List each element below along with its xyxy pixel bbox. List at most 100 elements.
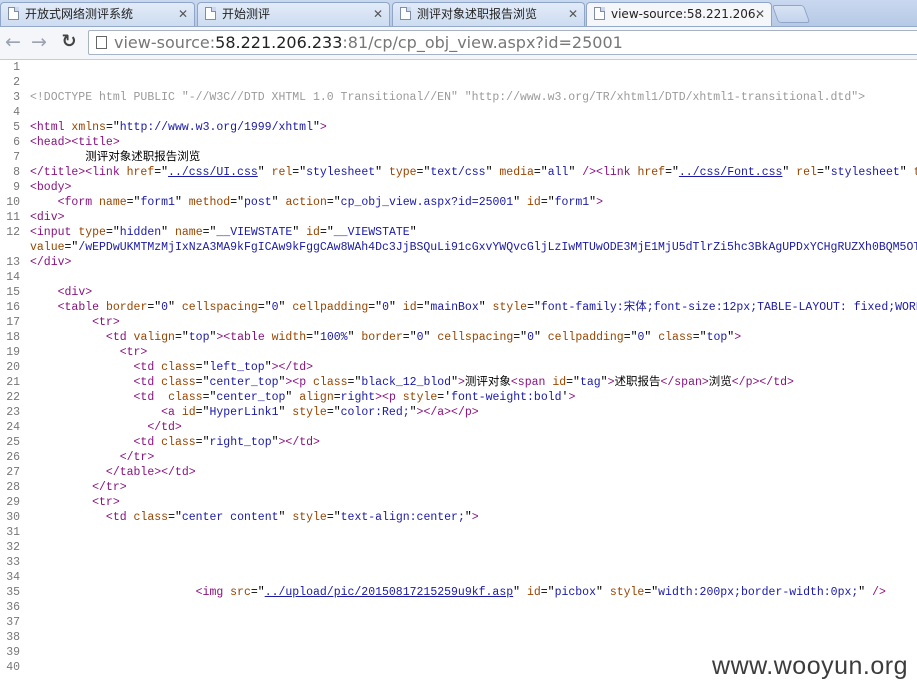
line-number: 13 [6,256,20,269]
page-icon [594,7,605,20]
line-code: </table></td> [105,466,196,479]
line-code: <!DOCTYPE html PUBLIC "-//W3C//DTD XHTML… [30,91,866,104]
tab-1[interactable]: 开始测评 ✕ [197,2,390,26]
line-code: <table border="0" cellspacing="0" cellpa… [57,301,917,314]
tab-0[interactable]: 开放式网络测评系统 ✕ [0,2,195,26]
line-code: </div> [30,256,72,269]
reload-icon: ↻ [61,31,77,52]
line-code: <body> [30,181,72,194]
source-line: 24 </td> [0,420,917,435]
tab-title: 开放式网络测评系统 [25,7,134,21]
line-number: 37 [6,616,20,629]
line-number: 30 [6,511,20,524]
line-number: 1 [13,61,20,74]
source-line: 5 <html xmlns="http://www.w3.org/1999/xht… [0,120,917,135]
back-button[interactable]: ← [2,31,24,53]
close-icon[interactable]: ✕ [755,3,765,25]
url-scheme: view-source: [114,33,216,52]
line-number: 33 [6,556,20,569]
url-host: 58.221.206.233 [215,33,343,52]
tab-3[interactable]: view-source:58.221.206. ✕ [586,2,772,26]
line-code: <tr> [119,346,148,359]
line-number: 25 [6,436,20,449]
line-number: 9 [13,181,20,194]
address-url[interactable]: view-source:58.221.206.233:81/cp/cp_obj_… [114,31,623,54]
line-number: 2 [13,76,20,89]
source-line: 10 <form name="form1" method="post" acti… [0,195,917,210]
source-line: 21 <td class="center_top"><p class="blac… [0,375,917,390]
line-code: <div> [30,211,65,224]
line-code: <form name="form1" method="post" action=… [57,196,603,209]
line-code: </tr> [92,481,127,494]
line-number: 15 [6,286,20,299]
line-number: 38 [6,631,20,644]
line-number: 14 [6,271,20,284]
source-line: 31 [0,525,917,540]
toolbar: ← → ↻ view-source:58.221.206.233:81/cp/c… [0,27,917,60]
close-icon[interactable]: ✕ [373,3,383,25]
line-code: </td> [147,421,182,434]
source-line: 2 [0,75,917,90]
line-code: <td class="center_top"><p class="black_1… [133,376,794,389]
line-code: <head><title> [30,136,120,149]
source-line: 4 [0,105,917,120]
source-line: 16 <table border="0" cellspacing="0" cel… [0,300,917,315]
source-line: 37 [0,615,917,630]
line-number: 34 [6,571,20,584]
tab-title: 测评对象述职报告浏览 [417,7,538,21]
close-icon[interactable]: ✕ [568,3,578,25]
line-code: <html xmlns="http://www.w3.org/1999/xhtm… [30,121,327,134]
reload-button[interactable]: ↻ [58,31,80,53]
source-line: 25 <td class="right_top"></td> [0,435,917,450]
line-code: </tr> [119,451,155,464]
close-icon[interactable]: ✕ [178,3,188,25]
address-bar[interactable]: view-source:58.221.206.233:81/cp/cp_obj_… [88,30,917,55]
line-number: 35 [6,586,20,599]
line-number: 21 [6,376,20,389]
source-line: 23 <a id="HyperLink1" style="color:Red;"… [0,405,917,420]
line-number: 8 [13,166,20,179]
source-line: 30 <td class="center content" style="tex… [0,510,917,525]
arrow-left-icon: ← [5,31,21,53]
tab-2[interactable]: 测评对象述职报告浏览 ✕ [392,2,585,26]
line-number: 26 [6,451,20,464]
source-line: 9 <body> [0,180,917,195]
page-icon [8,7,19,20]
line-code: <a id="HyperLink1" style="color:Red;"></… [161,406,479,419]
source-line: 15 <div> [0,285,917,300]
forward-button[interactable]: → [28,31,50,53]
page-icon [205,7,216,20]
line-code: </title><link href="../css/UI.css" rel="… [30,166,917,179]
line-code: <input type="hidden" name="__VIEWSTATE" … [30,226,917,254]
source-line: 26 </tr> [0,450,917,465]
line-number: 39 [6,646,20,659]
line-number: 11 [6,211,20,224]
source-line: 8 </title><link href="../css/UI.css" rel=… [0,165,917,180]
line-number: 12 [6,226,20,239]
line-number: 23 [6,406,20,419]
source-line: 19 <tr> [0,345,917,360]
source-line: 11 <div> [0,210,917,225]
source-line: 12 <input type="hidden" name="__VIEWSTATE… [0,225,917,255]
line-code: <td class="right_top"></td> [133,436,320,449]
tab-strip: 开放式网络测评系统 ✕ 开始测评 ✕ 测评对象述职报告浏览 ✕ view-sou… [0,0,917,27]
line-number: 24 [6,421,20,434]
line-number: 5 [13,121,20,134]
line-number: 17 [6,316,20,329]
line-number: 16 [6,301,20,314]
line-number: 28 [6,481,20,494]
watermark: www.wooyun.org [712,652,908,680]
source-line: 27 </table></td> [0,465,917,480]
new-tab-button[interactable] [771,5,811,23]
source-line: 17 <tr> [0,315,917,330]
line-number: 7 [13,151,20,164]
line-code: <tr> [92,316,120,329]
line-number: 31 [6,526,20,539]
line-number: 19 [6,346,20,359]
line-number: 3 [13,91,20,104]
source-line: 13 </div> [0,255,917,270]
source-line: 38 [0,630,917,645]
line-number: 20 [6,361,20,374]
url-path: :81/cp/cp_obj_view.aspx?id=25001 [342,33,623,52]
line-code: <td class="left_top"></td> [133,361,314,374]
